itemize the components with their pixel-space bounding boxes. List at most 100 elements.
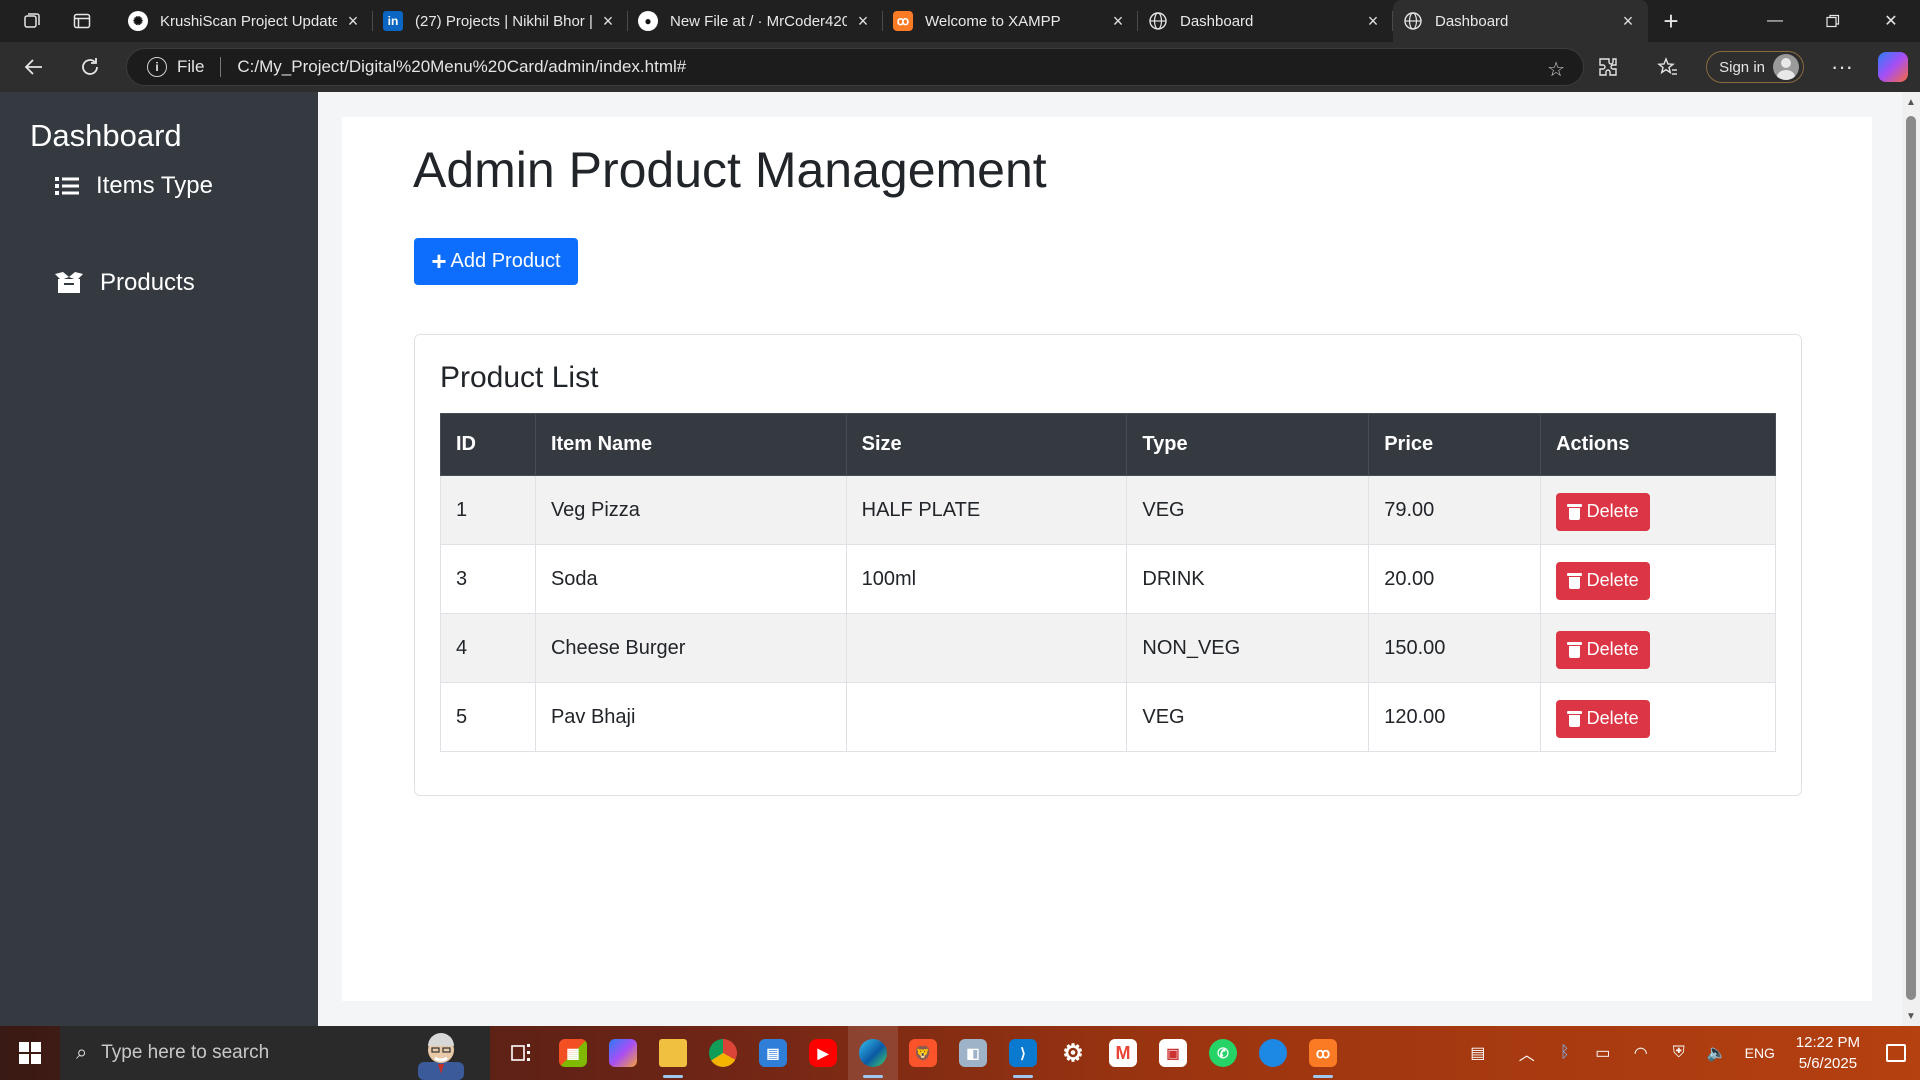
table-row: 4 Cheese Burger NON_VEG 150.00 Delete bbox=[440, 613, 1776, 683]
close-tab-icon[interactable]: × bbox=[1363, 11, 1383, 31]
url-text[interactable]: C:/My_Project/Digital%20Menu%20Card/admi… bbox=[237, 57, 686, 77]
close-tab-icon[interactable]: × bbox=[343, 11, 363, 31]
main-content: Admin Product Management + Add Product P… bbox=[342, 117, 1872, 1001]
extensions-icon[interactable] bbox=[1578, 42, 1638, 92]
clock[interactable]: 12:22 PM 5/6/2025 bbox=[1784, 1032, 1872, 1074]
task-view-icon[interactable] bbox=[498, 1026, 548, 1080]
plus-icon: + bbox=[431, 245, 447, 276]
security-shield-icon[interactable]: ⛨ bbox=[1660, 1026, 1698, 1080]
delete-label: Delete bbox=[1586, 708, 1639, 728]
cell-size bbox=[845, 682, 1128, 752]
news-app-icon[interactable]: ▣ bbox=[1148, 1026, 1198, 1080]
bluetooth-icon[interactable]: ᛒ bbox=[1546, 1026, 1584, 1080]
page-scrollbar[interactable]: ▲ ▼ bbox=[1902, 92, 1920, 1026]
card-title: Product List bbox=[440, 361, 599, 394]
cell-type: VEG bbox=[1126, 682, 1370, 752]
copilot-icon[interactable] bbox=[1878, 52, 1908, 82]
vscode-icon[interactable]: ⟩ bbox=[998, 1026, 1048, 1080]
sidebar-item-label: Products bbox=[100, 269, 195, 296]
close-tab-icon[interactable]: × bbox=[853, 11, 873, 31]
cell-id: 1 bbox=[440, 475, 536, 545]
news-widget-icon[interactable]: ▤ bbox=[1448, 1026, 1508, 1080]
battery-icon[interactable]: ▭ bbox=[1584, 1026, 1622, 1080]
table-row: 3 Soda 100ml DRINK 20.00 Delete bbox=[440, 544, 1776, 614]
cell-price: 79.00 bbox=[1368, 475, 1542, 545]
delete-button[interactable]: Delete bbox=[1556, 492, 1651, 531]
more-options-icon[interactable]: ··· bbox=[1812, 42, 1872, 92]
linkedin-icon: in bbox=[383, 11, 403, 31]
scrollbar-thumb[interactable] bbox=[1906, 116, 1916, 1000]
new-tab-button[interactable]: + bbox=[1648, 0, 1694, 42]
whatsapp-icon[interactable]: ✆ bbox=[1198, 1026, 1248, 1080]
trash-icon bbox=[1566, 572, 1582, 589]
close-window-icon[interactable]: ✕ bbox=[1862, 0, 1920, 42]
browser-tab[interactable]: in (27) Projects | Nikhil Bhor | × bbox=[373, 0, 628, 42]
sidebar-item-items-type[interactable]: Items Type bbox=[54, 172, 213, 200]
close-tab-icon[interactable]: × bbox=[1108, 11, 1128, 31]
tab-strip-left-controls bbox=[0, 0, 118, 42]
chrome-icon[interactable] bbox=[698, 1026, 748, 1080]
refresh-button[interactable] bbox=[62, 42, 118, 92]
show-hidden-icons-icon[interactable]: ︿ bbox=[1508, 1026, 1546, 1080]
browser-tab[interactable]: ꝏ Welcome to XAMPP × bbox=[883, 0, 1138, 42]
xampp-app-icon[interactable]: ꝏ bbox=[1298, 1026, 1348, 1080]
brave-icon[interactable]: 🦁 bbox=[898, 1026, 948, 1080]
sign-in-button[interactable]: Sign in bbox=[1706, 51, 1804, 83]
delete-button[interactable]: Delete bbox=[1556, 561, 1651, 600]
file-explorer-icon[interactable] bbox=[648, 1026, 698, 1080]
browser-tab-active[interactable]: Dashboard × bbox=[1393, 0, 1648, 42]
column-header-price: Price bbox=[1368, 413, 1542, 476]
site-info-icon[interactable]: i bbox=[147, 57, 167, 77]
restore-icon[interactable] bbox=[1804, 0, 1862, 42]
settings-icon[interactable]: ⚙ bbox=[1048, 1026, 1098, 1080]
workspaces-icon[interactable] bbox=[20, 9, 44, 33]
minimize-icon[interactable]: — bbox=[1746, 0, 1804, 42]
notifications-icon[interactable] bbox=[1872, 1026, 1920, 1080]
address-divider bbox=[220, 57, 222, 77]
gmail-icon[interactable]: M bbox=[1098, 1026, 1148, 1080]
add-product-button[interactable]: + Add Product bbox=[414, 238, 578, 285]
xampp-icon: ꝏ bbox=[893, 11, 913, 31]
system-tray: ▤ ︿ ᛒ ▭ ◠ ⛨ 🔈 ENG 12:22 PM 5/6/2025 bbox=[1448, 1026, 1920, 1080]
youtube-icon[interactable]: ▶ bbox=[798, 1026, 848, 1080]
trash-icon bbox=[1566, 641, 1582, 658]
column-header-actions: Actions bbox=[1540, 413, 1776, 476]
cell-size bbox=[845, 613, 1128, 683]
language-indicator[interactable]: ENG bbox=[1736, 1026, 1784, 1080]
volume-icon[interactable]: 🔈 bbox=[1698, 1026, 1736, 1080]
scroll-up-icon[interactable]: ▲ bbox=[1906, 98, 1916, 108]
delete-button[interactable]: Delete bbox=[1556, 630, 1651, 669]
browser-tab[interactable]: Dashboard × bbox=[1138, 0, 1393, 42]
trash-icon bbox=[1566, 710, 1582, 727]
sidebar-brand[interactable]: Dashboard bbox=[30, 118, 182, 154]
taskbar-search[interactable]: ⌕ Type here to search bbox=[60, 1026, 490, 1080]
scroll-down-icon[interactable]: ▼ bbox=[1906, 1012, 1916, 1022]
column-header-size: Size bbox=[845, 413, 1128, 476]
address-bar[interactable]: i File C:/My_Project/Digital%20Menu%20Ca… bbox=[126, 48, 1584, 86]
sidebar-item-products[interactable]: Products bbox=[54, 269, 195, 297]
browser-tab[interactable]: ✺ KrushiScan Project Update × bbox=[118, 0, 373, 42]
favorites-icon[interactable] bbox=[1638, 42, 1698, 92]
browser-tab[interactable]: ● New File at / · MrCoder420 × bbox=[628, 0, 883, 42]
favorite-star-icon[interactable]: ☆ bbox=[1547, 57, 1565, 82]
microsoft-store-icon[interactable]: ▦ bbox=[548, 1026, 598, 1080]
mysql-workbench-icon[interactable]: ◧ bbox=[948, 1026, 998, 1080]
trash-icon bbox=[1566, 503, 1582, 520]
edge-icon[interactable] bbox=[848, 1026, 898, 1080]
wifi-icon[interactable]: ◠ bbox=[1622, 1026, 1660, 1080]
cell-item-name: Soda bbox=[534, 544, 847, 614]
page-viewport: Dashboard Items Type Products Admin Prod… bbox=[0, 92, 1920, 1026]
tab-title: Dashboard bbox=[1180, 12, 1254, 30]
tab-title: Dashboard bbox=[1435, 12, 1509, 30]
copilot-app-icon[interactable] bbox=[598, 1026, 648, 1080]
close-tab-icon[interactable]: × bbox=[1618, 11, 1638, 31]
control-panel-icon[interactable]: ▤ bbox=[748, 1026, 798, 1080]
toolbar-right: Sign in ··· bbox=[1578, 42, 1920, 92]
close-tab-icon[interactable]: × bbox=[598, 11, 618, 31]
column-header-item-name: Item Name bbox=[534, 413, 847, 476]
back-button[interactable] bbox=[6, 42, 62, 92]
start-button[interactable] bbox=[0, 1026, 60, 1080]
edge-dev-icon[interactable] bbox=[1248, 1026, 1298, 1080]
vertical-tabs-icon[interactable] bbox=[70, 9, 94, 33]
delete-button[interactable]: Delete bbox=[1556, 699, 1651, 738]
